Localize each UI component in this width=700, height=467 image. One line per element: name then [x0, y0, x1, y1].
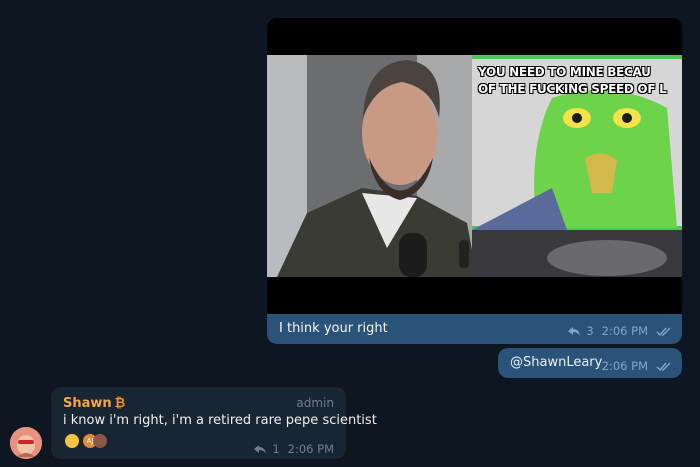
outgoing-mention-message[interactable]: @ShawnLeary 2:06 PM	[498, 348, 682, 378]
reply-count[interactable]: 3	[586, 324, 593, 338]
double-check-icon	[656, 326, 672, 337]
reactions[interactable]: AJ	[65, 434, 107, 448]
message-meta: 1 2:06 PM	[254, 442, 334, 456]
video-frame-illustration	[267, 18, 682, 314]
reactor-avatar-2[interactable]	[93, 434, 107, 448]
avatar-image	[10, 427, 42, 459]
message-meta: 3 2:06 PM	[568, 324, 672, 338]
message-time: 2:06 PM	[287, 442, 334, 456]
message-caption: I think your right	[279, 321, 388, 336]
chat-history: YOU NEED TO MINE BECAU OF THE FUCKING SP…	[0, 0, 700, 467]
mention-link[interactable]: @ShawnLeary	[510, 355, 602, 370]
message-meta: 2:06 PM	[602, 359, 672, 373]
admin-badge: admin	[296, 396, 334, 410]
avatar[interactable]	[10, 427, 42, 459]
double-check-icon	[656, 361, 672, 372]
video-thumbnail[interactable]	[267, 18, 682, 314]
incoming-message[interactable]: Shawn ₿ admin i know i'm right, i'm a ret…	[51, 387, 377, 459]
sender-name-text[interactable]: Shawn	[63, 396, 112, 411]
bitcoin-badge-icon: ₿	[114, 396, 126, 411]
reply-count[interactable]: 1	[272, 442, 279, 456]
message-time: 2:06 PM	[601, 359, 648, 373]
outgoing-media-message[interactable]: YOU NEED TO MINE BECAU OF THE FUCKING SP…	[267, 18, 682, 344]
sender-name[interactable]: Shawn ₿	[63, 395, 125, 411]
reply-icon[interactable]	[254, 444, 267, 454]
meme-caption-line-1: YOU NEED TO MINE BECAU	[478, 65, 651, 79]
meme-caption-line-2: OF THE FUCKING SPEED OF L	[478, 82, 667, 96]
reply-icon[interactable]	[568, 326, 581, 336]
message-text: i know i'm right, i'm a retired rare pep…	[63, 413, 377, 428]
message-time: 2:06 PM	[601, 324, 648, 338]
emoji-reaction-icon[interactable]	[65, 434, 79, 448]
